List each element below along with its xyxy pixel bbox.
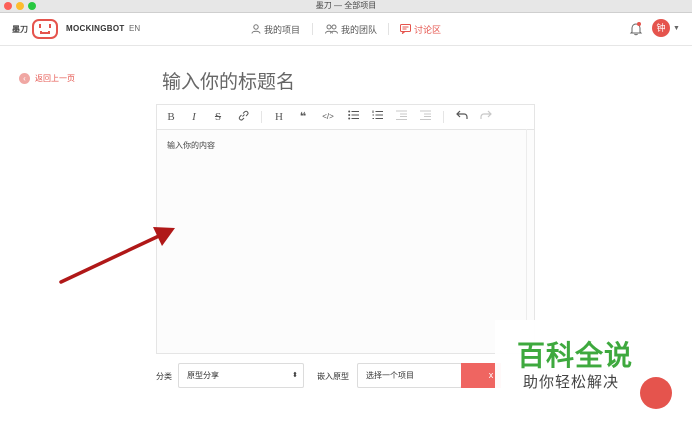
strikethrough-button[interactable]: S xyxy=(212,110,224,124)
watermark-title: 百科全说 xyxy=(517,340,634,371)
category-select-value: 原型分享 xyxy=(187,371,219,380)
numbered-list-icon[interactable] xyxy=(371,110,383,124)
link-icon[interactable] xyxy=(236,110,250,124)
category-select[interactable]: 原型分享 ⬍ xyxy=(178,363,304,388)
brand-cn: 墨刀 xyxy=(12,25,28,34)
window-title: 墨刀 — 全部项目 xyxy=(315,1,377,10)
user-icon xyxy=(251,24,261,34)
content-input[interactable]: 输入你的内容 xyxy=(167,140,215,151)
back-link[interactable]: ‹ 返回上一页 xyxy=(19,73,75,84)
nav-divider xyxy=(312,23,313,35)
toolbar-divider xyxy=(261,111,262,123)
redo-icon[interactable] xyxy=(479,110,493,124)
embed-prototype-label: 嵌入原型 xyxy=(317,372,349,381)
code-icon[interactable]: </> xyxy=(321,110,335,124)
bullet-list-icon[interactable] xyxy=(347,110,359,124)
floating-action-button[interactable] xyxy=(640,377,672,409)
italic-button[interactable]: I xyxy=(188,110,200,124)
annotation-arrow-icon xyxy=(59,227,175,284)
toolbar-divider xyxy=(443,111,444,123)
nav-discussion-label: 讨论区 xyxy=(414,24,442,35)
undo-icon[interactable] xyxy=(455,110,469,124)
watermark-subtitle: 助你轻松解决 xyxy=(523,374,620,391)
indent-decrease-icon[interactable] xyxy=(395,110,407,124)
nav-discussion[interactable]: 讨论区 xyxy=(400,22,441,36)
window-titlebar: 墨刀 — 全部项目 xyxy=(0,0,692,13)
team-icon xyxy=(325,24,338,34)
nav-my-projects-label: 我的项目 xyxy=(264,24,301,35)
top-nav-bar: 墨刀 MOCKINGBOT EN 我的项目 我的团队 讨论区 钟 ▼ xyxy=(0,13,692,46)
project-select-placeholder: 选择一个项目 xyxy=(366,371,414,380)
select-arrows-icon: ⬍ xyxy=(292,372,298,379)
mockingbot-logo-icon[interactable] xyxy=(32,19,58,39)
back-link-label: 返回上一页 xyxy=(35,74,75,83)
nav-my-team[interactable]: 我的团队 xyxy=(325,22,377,36)
quote-icon[interactable]: ❝ xyxy=(297,110,309,124)
nav-divider xyxy=(388,23,389,35)
discussion-icon xyxy=(400,24,411,34)
bold-button[interactable]: B xyxy=(165,110,177,124)
indent-increase-icon[interactable] xyxy=(419,110,431,124)
chevron-left-icon: ‹ xyxy=(19,73,30,84)
title-input[interactable]: 输入你的标题名 xyxy=(162,67,295,94)
brand-name[interactable]: MOCKINGBOT xyxy=(66,24,125,33)
rich-text-editor[interactable]: B I S H ❝ </> 输入你的内容 xyxy=(156,104,535,354)
notification-dot xyxy=(637,22,641,26)
chevron-down-icon[interactable]: ▼ xyxy=(673,25,680,32)
nav-my-team-label: 我的团队 xyxy=(341,24,378,35)
language-switch[interactable]: EN xyxy=(129,24,140,33)
heading-button[interactable]: H xyxy=(273,110,285,124)
nav-my-projects[interactable]: 我的项目 xyxy=(251,22,300,36)
project-select[interactable]: 选择一个项目 xyxy=(357,363,462,388)
user-avatar[interactable]: 钟 xyxy=(652,19,670,37)
editor-toolbar: B I S H ❝ </> xyxy=(157,105,534,130)
category-label: 分类 xyxy=(156,372,172,381)
